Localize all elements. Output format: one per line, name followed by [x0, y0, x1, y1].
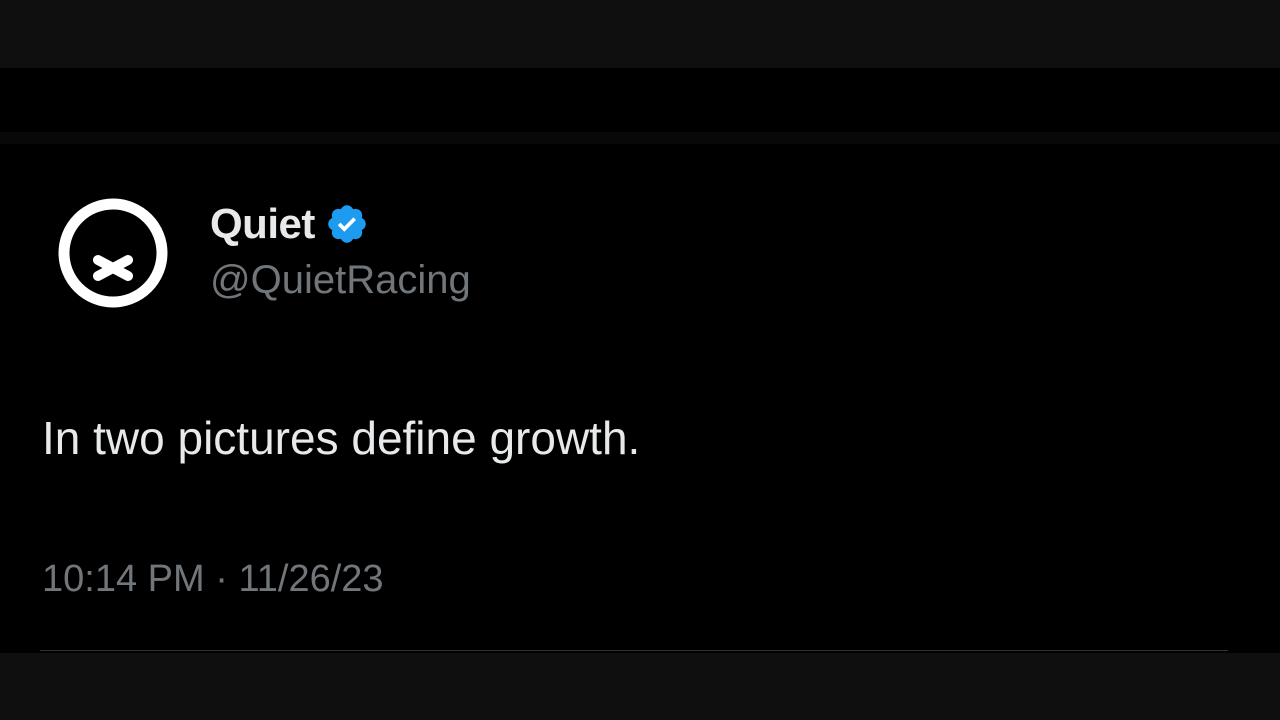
avatar[interactable] — [58, 198, 168, 308]
letterbox-bottom — [0, 653, 1280, 720]
author-handle[interactable]: @QuietRacing — [210, 258, 471, 303]
author-display-name[interactable]: Quiet — [210, 200, 315, 248]
tweet-divider — [40, 650, 1228, 651]
tweet-card: Quiet @QuietRacing In two pictures defin… — [0, 68, 1280, 653]
tweet-timestamp: 10:14 PM · 11/26/23 — [42, 558, 384, 601]
author-name-row: Quiet — [210, 200, 369, 248]
verified-badge-icon — [325, 202, 369, 246]
tweet-text: In two pictures define growth. — [42, 412, 641, 464]
tweet-screen: Quiet @QuietRacing In two pictures defin… — [0, 68, 1280, 653]
tweet-date[interactable]: 11/26/23 — [238, 558, 383, 600]
letterbox-top — [0, 0, 1280, 68]
tweet-time[interactable]: 10:14 PM — [42, 558, 205, 600]
meta-separator: · — [215, 558, 228, 600]
video-frame: Quiet @QuietRacing In two pictures defin… — [0, 0, 1280, 720]
x-mark-circle-logo-icon — [58, 198, 168, 308]
